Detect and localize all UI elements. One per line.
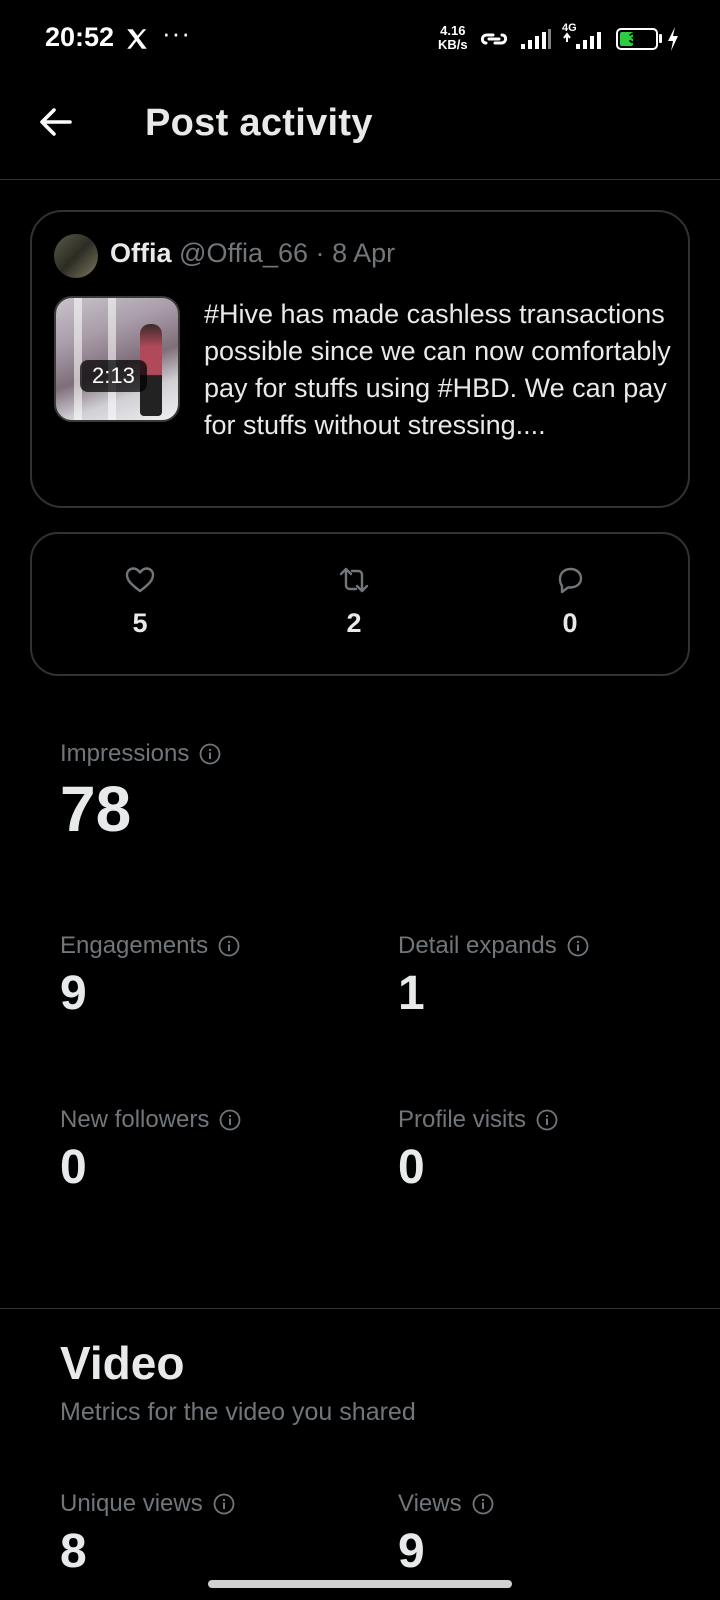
detail-expands-value: 1 [398,967,425,1020]
detail-expands-label: Detail expands [398,932,557,959]
detail-expands-metric: Detail expands 1 [398,932,589,1021]
profile-visits-label-row: Profile visits [398,1106,558,1134]
back-arrow-icon[interactable] [34,100,78,144]
post-date: 8 Apr [332,238,396,268]
new-followers-label-row: New followers [60,1106,241,1134]
status-bar: 20:52 ··· 4.16 KB/s 4G 39 [0,0,720,80]
battery-percent: 39 [628,30,646,47]
engagements-metric: Engagements 9 [60,932,240,1021]
video-section-subtitle: Metrics for the video you shared [60,1398,416,1426]
views-label-row: Views [398,1490,494,1518]
page-title: Post activity [145,102,373,144]
home-gesture-bar[interactable] [208,1580,512,1588]
profile-visits-label: Profile visits [398,1106,527,1133]
replies-stat[interactable]: 0 [530,564,610,639]
heart-icon [125,567,155,593]
unique-views-label-row: Unique views [60,1490,235,1518]
battery-icon: 39 [616,28,658,50]
engagement-summary-card: 5 2 0 [30,532,690,676]
post-author-line: Offia @Offia_66 · 8 Apr [110,238,395,269]
network-speed-value: 4.16 [440,23,466,38]
info-icon[interactable] [536,1109,558,1131]
likes-stat[interactable]: 5 [100,564,180,639]
reposts-count: 2 [346,608,362,638]
author-name: Offia [110,238,172,268]
info-icon[interactable] [472,1493,494,1515]
battery-tip [659,34,662,43]
thumbnail-detail [108,298,116,420]
charging-bolt-icon [668,27,678,51]
info-icon[interactable] [219,1109,241,1131]
network-speed-unit: KB/s [438,37,468,52]
new-followers-value: 0 [60,1141,87,1194]
engagements-value: 9 [60,967,87,1020]
signal-strength-icon [521,29,551,49]
hotspot-link-icon [480,33,508,45]
new-followers-label: New followers [60,1106,210,1133]
reply-icon [558,567,583,594]
thumbnail-detail [74,298,82,420]
separator-dot: · [315,238,325,268]
post-text: #Hive has made cashless transactions pos… [204,299,671,440]
top-app-bar: Post activity [0,80,720,180]
views-label: Views [398,1490,462,1517]
info-icon[interactable] [218,935,240,957]
engagements-label-row: Engagements [60,932,240,960]
replies-count: 0 [562,608,578,638]
network-speed: 4.16 KB/s [438,24,468,52]
video-thumbnail[interactable]: 2:13 [54,296,180,422]
unique-views-value: 8 [60,1525,87,1578]
new-followers-metric: New followers 0 [60,1106,241,1195]
info-icon[interactable] [567,935,589,957]
x-logo-icon [127,29,147,49]
impressions-label: Impressions [60,740,190,767]
impressions-metric: Impressions 78 [60,740,221,846]
avatar[interactable] [54,234,98,278]
unique-views-metric: Unique views 8 [60,1490,235,1579]
author-handle: @Offia_66 [179,238,309,268]
video-duration-badge: 2:13 [80,360,147,392]
profile-visits-value: 0 [398,1141,425,1194]
video-section-title: Video [60,1337,185,1389]
section-divider [0,1308,720,1309]
post-preview-card[interactable]: Offia @Offia_66 · 8 Apr 2:13 #Hive has m… [30,210,690,508]
likes-count: 5 [132,608,148,638]
status-time: 20:52 [45,22,115,52]
impressions-value: 78 [60,773,132,845]
impressions-label-row: Impressions [60,740,221,768]
views-metric: Views 9 [398,1490,494,1579]
detail-expands-label-row: Detail expands [398,932,589,960]
repost-icon [339,567,369,593]
engagements-label: Engagements [60,932,209,959]
reposts-stat[interactable]: 2 [314,564,394,639]
info-icon[interactable] [213,1493,235,1515]
views-value: 9 [398,1525,425,1578]
signal-strength-4g-icon [563,32,601,49]
unique-views-label: Unique views [60,1490,203,1517]
info-icon[interactable] [199,743,221,765]
profile-visits-metric: Profile visits 0 [398,1106,558,1195]
more-notifications-icon: ··· [162,18,191,48]
